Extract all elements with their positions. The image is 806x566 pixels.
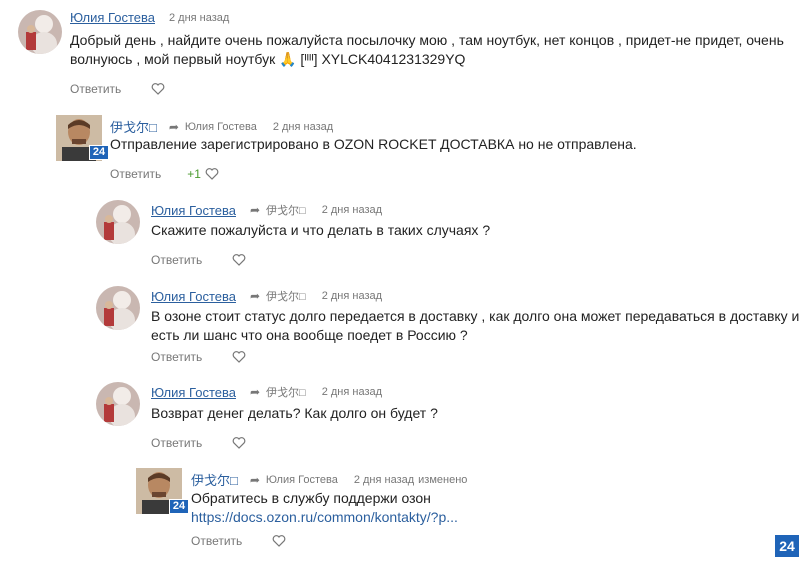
level-badge: 24 (169, 499, 189, 514)
timestamp[interactable]: 2 дня назад (322, 386, 382, 398)
comment-actions: Ответить (191, 534, 286, 548)
reply-arrow-icon: ➦ (249, 385, 261, 399)
author-name[interactable]: Юлия Гостева (70, 10, 155, 25)
avatar[interactable] (18, 10, 62, 54)
timestamp[interactable]: 2 дня назад (169, 12, 229, 24)
reply-to-name[interactable]: 伊戈尔□ (266, 384, 306, 400)
comment-body: Обратитесь в службу поддержи озон (191, 490, 431, 506)
comment-text: Скажите пожалуйста и что делать в таких … (151, 222, 491, 238)
comment-meta: Юлия Гостева ➦ 伊戈尔□ 2 дня назад (151, 288, 382, 304)
avatar[interactable] (96, 200, 140, 244)
comment-actions: Ответить (70, 82, 165, 96)
corner-badge[interactable]: 24 (774, 534, 800, 558)
reply-arrow-icon: ➦ (249, 472, 260, 487)
comment-text: Отправление зарегистрировано в OZON ROCK… (110, 136, 637, 152)
comment-text: Возврат денег делать? Как долго он будет… (151, 405, 438, 421)
comment-actions: Ответить (151, 253, 246, 267)
reply-to-name[interactable]: 伊戈尔□ (266, 202, 306, 218)
author-name[interactable]: 伊戈尔□ (110, 117, 157, 136)
avatar[interactable] (96, 382, 140, 426)
author-name[interactable]: Юлия Гостева (151, 203, 236, 218)
level-badge: 24 (89, 145, 109, 160)
reply-button[interactable]: Ответить (151, 253, 202, 267)
comment-meta: 伊戈尔□ ➦ Юлия Гостева 2 дня назад (110, 117, 333, 136)
heart-icon[interactable] (232, 350, 246, 364)
timestamp[interactable]: 2 дня назад (273, 121, 333, 133)
reply-button[interactable]: Ответить (70, 82, 121, 96)
heart-icon[interactable] (205, 167, 219, 181)
comment-meta: Юлия Гостева ➦ 伊戈尔□ 2 дня назад (151, 384, 382, 400)
reply-to-name[interactable]: 伊戈尔□ (266, 288, 306, 304)
comment-text: Добрый день , найдите очень пожалуйста п… (70, 32, 784, 67)
timestamp[interactable]: 2 дня назад (354, 474, 414, 486)
author-name[interactable]: Юлия Гостева (151, 289, 236, 304)
comment-meta: Юлия Гостева ➦ 伊戈尔□ 2 дня назад (151, 202, 382, 218)
comment-text: Обратитесь в службу поддержи озон https:… (191, 489, 791, 527)
comment-actions: Ответить (151, 436, 246, 450)
heart-icon[interactable] (232, 436, 246, 450)
reply-arrow-icon: ➦ (249, 203, 261, 217)
comment-actions: Ответить +1 (110, 167, 219, 181)
comment-actions: Ответить (151, 350, 246, 364)
like-count: +1 (187, 167, 201, 181)
heart-icon[interactable] (272, 534, 286, 548)
reply-button[interactable]: Ответить (110, 167, 161, 181)
heart-icon[interactable] (151, 82, 165, 96)
reply-button[interactable]: Ответить (191, 534, 242, 548)
reply-arrow-icon: ➦ (249, 289, 261, 303)
comment-meta: Юлия Гостева 2 дня назад (70, 10, 229, 25)
timestamp[interactable]: 2 дня назад (322, 204, 382, 216)
comment-meta: 伊戈尔□ ➦ Юлия Гостева 2 дня назад изменено (191, 470, 467, 489)
reply-arrow-icon: ➦ (168, 119, 179, 134)
author-name[interactable]: Юлия Гостева (151, 385, 236, 400)
reply-button[interactable]: Ответить (151, 436, 202, 450)
reply-to-name[interactable]: Юлия Гостева (185, 121, 257, 133)
author-name[interactable]: 伊戈尔□ (191, 470, 238, 489)
heart-icon[interactable] (232, 253, 246, 267)
support-link[interactable]: https://docs.ozon.ru/common/kontakty/?p.… (191, 508, 791, 527)
timestamp[interactable]: 2 дня назад (322, 290, 382, 302)
edited-label: изменено (418, 473, 468, 486)
comment-text: В озоне стоит статус долго передается в … (151, 308, 800, 343)
reply-button[interactable]: Ответить (151, 350, 202, 364)
reply-to-name[interactable]: Юлия Гостева (266, 474, 338, 486)
avatar[interactable] (96, 286, 140, 330)
